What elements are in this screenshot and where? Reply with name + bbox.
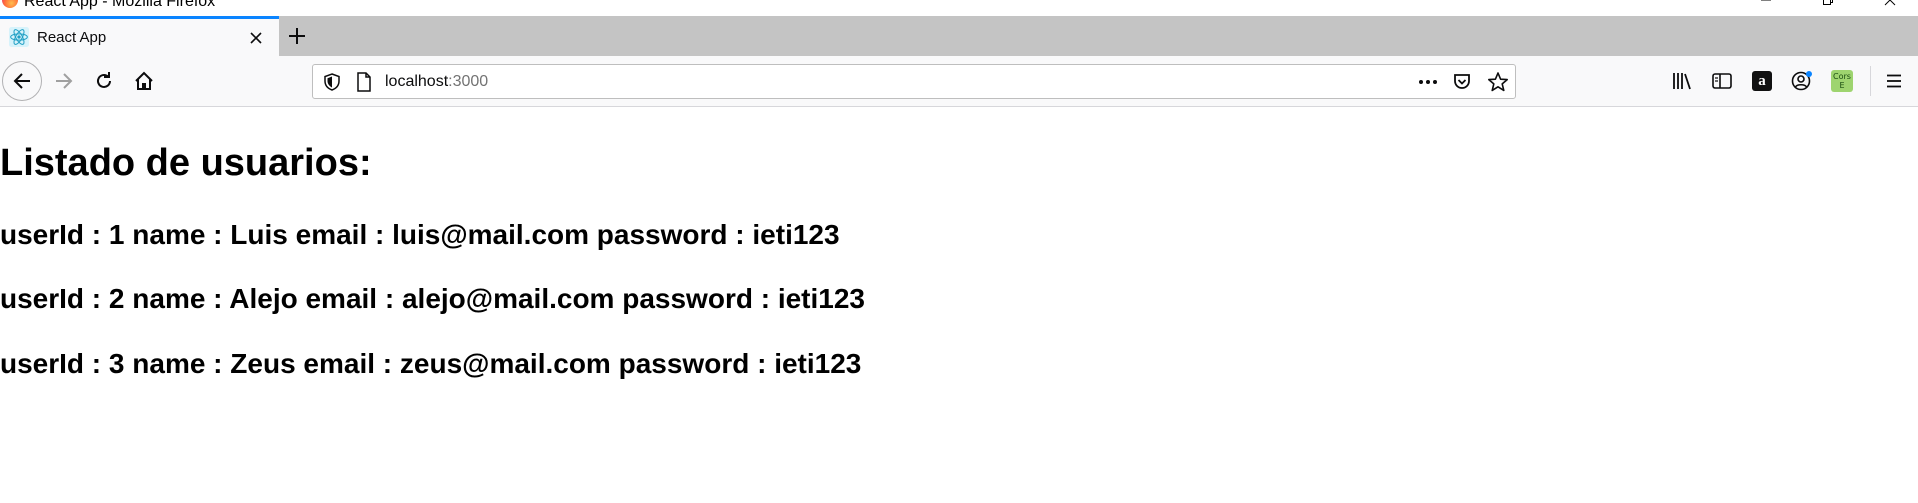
cors-icon-line2: E [1839, 81, 1845, 90]
firefox-logo-icon [2, 0, 18, 8]
react-icon [9, 27, 29, 47]
arrow-right-icon [56, 73, 73, 89]
cors-icon: Cors E [1831, 70, 1853, 92]
sidebar-icon [1712, 73, 1732, 89]
minimize-button[interactable] [1743, 0, 1789, 16]
home-icon [135, 71, 153, 90]
more-actions-icon[interactable] [1417, 72, 1439, 92]
toolbar-separator [1870, 66, 1871, 96]
cors-icon-line1: Cors [1833, 72, 1851, 81]
close-icon [1884, 0, 1896, 6]
tab-strip: React App [0, 16, 1918, 56]
home-button[interactable] [130, 67, 158, 95]
restore-button[interactable] [1805, 0, 1851, 16]
url-port: :3000 [448, 73, 489, 90]
minimize-icon [1761, 0, 1771, 1]
address-bar[interactable]: localhost:3000 [312, 64, 1516, 99]
url-host: localhost [385, 73, 449, 90]
library-button[interactable] [1670, 69, 1694, 93]
back-button[interactable] [2, 61, 42, 101]
window-titlebar: React App - Mozilla Firefox [0, 0, 1918, 16]
cors-extension-button[interactable]: Cors E [1830, 69, 1854, 93]
account-icon [1791, 71, 1812, 91]
sidebar-toggle-button[interactable] [1710, 69, 1734, 93]
library-icon [1673, 73, 1691, 90]
amazon-extension-button[interactable]: a [1750, 69, 1774, 93]
page-info-icon[interactable] [355, 72, 373, 92]
page-heading: Listado de usuarios: [0, 142, 372, 184]
tab-react-app[interactable]: React App [0, 16, 279, 56]
user-row: userId : 2 name : Alejo email : alejo@ma… [0, 283, 865, 314]
arrow-left-icon [13, 73, 30, 89]
reload-icon [97, 72, 111, 88]
open-menu-button[interactable] [1882, 69, 1906, 93]
account-button[interactable] [1790, 69, 1814, 93]
amazon-icon: a [1752, 71, 1772, 91]
url-text[interactable]: localhost:3000 [385, 73, 488, 91]
restore-icon [1823, 0, 1833, 5]
pocket-icon[interactable] [1452, 72, 1472, 92]
bookmark-star-icon[interactable] [1487, 71, 1509, 93]
page-content: Listado de usuarios: userId : 1 name : L… [0, 107, 1918, 503]
user-row: userId : 1 name : Luis email : luis@mail… [0, 219, 840, 250]
new-tab-icon[interactable] [285, 24, 309, 48]
reload-button[interactable] [90, 67, 118, 95]
hamburger-menu-icon [1887, 74, 1901, 88]
tracking-shield-icon[interactable] [323, 73, 341, 91]
close-tab-icon[interactable] [246, 28, 266, 48]
window-title: React App - Mozilla Firefox [24, 0, 216, 10]
tab-label: React App [37, 29, 107, 46]
user-row: userId : 3 name : Zeus email : zeus@mail… [0, 348, 862, 379]
navigation-toolbar: localhost:3000 a Cors E [0, 56, 1918, 107]
close-window-button[interactable] [1867, 0, 1913, 16]
forward-button[interactable] [50, 67, 78, 95]
